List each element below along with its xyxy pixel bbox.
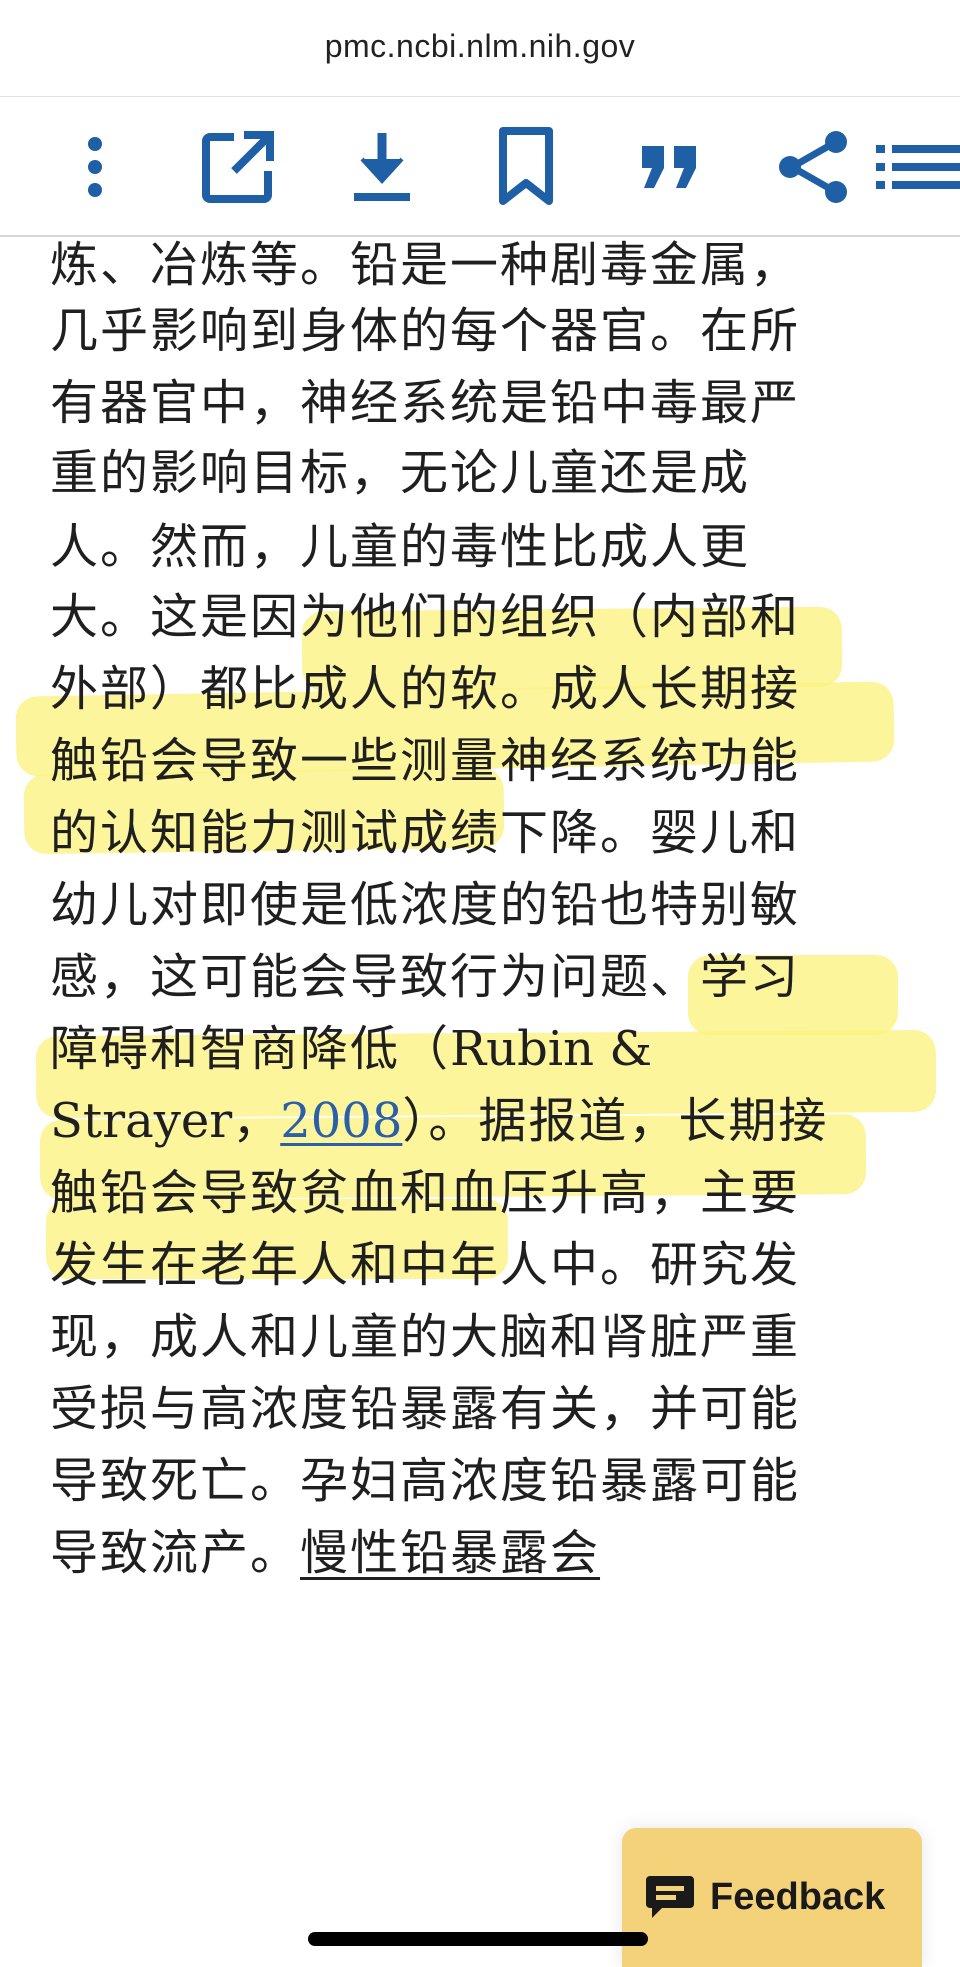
article-text-line: 受损与高浓度铅暴露有关，并可能 [50, 1381, 801, 1437]
author-citation: Strayer， [50, 1093, 281, 1149]
article-text-line: 现，成人和儿童的大脑和肾脏严重 [50, 1309, 801, 1365]
chat-icon [644, 1872, 696, 1924]
article-toolbar [0, 97, 960, 237]
article-text-line: 有器官中，神经系统是铅中毒最严 [50, 375, 801, 431]
article-text-line: 人。然而，儿童的毒性比成人更 [50, 519, 751, 575]
citation-link[interactable]: 2008 [280, 1093, 402, 1149]
article-body: 炼、冶炼等。铅是一种剧毒金属， 几乎影响到身体的每个器官。在所 有器官中，神经系… [0, 237, 960, 1967]
url-text: pmc.ncbi.nlm.nih.gov [324, 27, 636, 64]
feedback-button[interactable]: Feedback [622, 1828, 922, 1967]
author-citation: Rubin & [450, 1021, 653, 1077]
more-vertical-icon[interactable] [55, 127, 135, 207]
article-text-line: 外部）都比成人的软。成人长期接 [50, 661, 801, 717]
article-text-line: 触铅会导致一些测量神经系统功能 [50, 733, 801, 789]
share-icon[interactable] [774, 127, 854, 207]
article-text-span: ）。据报道，长期接 [402, 1093, 829, 1149]
article-text-line: 发生在老年人和中年人中。研究发 [50, 1237, 801, 1293]
article-text-span: 障碍和智商降低（ [50, 1021, 451, 1077]
article-text-line: 的认知能力测试成绩下降。婴儿和 [50, 805, 801, 861]
open-external-icon[interactable] [198, 127, 278, 207]
article-text-line: 炼、冶炼等。铅是一种剧毒金属， [50, 237, 801, 293]
list-icon[interactable] [874, 127, 960, 207]
article-text-line: 大。这是因为他们的组织（内部和 [50, 589, 801, 645]
address-bar[interactable]: pmc.ncbi.nlm.nih.gov [0, 0, 960, 97]
home-indicator[interactable] [308, 1932, 648, 1946]
article-text-line: 障碍和智商降低（Rubin & [50, 1019, 652, 1079]
article-text-line: 几乎影响到身体的每个器官。在所 [50, 303, 801, 359]
article-text-line: 导致死亡。孕妇高浓度铅暴露可能 [50, 1453, 801, 1509]
article-text-line: 触铅会导致贫血和血压升高，主要 [50, 1165, 801, 1221]
cite-quote-icon[interactable] [630, 127, 710, 207]
bookmark-icon[interactable] [486, 127, 566, 207]
article-text-line: 幼儿对即使是低浓度的铅也特别敏 [50, 877, 801, 933]
article-text-line: 导致流产。慢性铅暴露会 [50, 1523, 600, 1583]
feedback-label: Feedback [710, 1876, 886, 1918]
article-text-line: 感，这可能会导致行为问题、学习 [50, 949, 801, 1005]
underlined-text: 慢性铅暴露会 [300, 1525, 601, 1581]
download-icon[interactable] [342, 127, 422, 207]
article-text-line: 重的影响目标，无论儿童还是成 [50, 445, 751, 501]
article-text-line: Strayer，2008）。据报道，长期接 [50, 1091, 828, 1151]
article-text-span: 导致流产。 [50, 1525, 301, 1581]
